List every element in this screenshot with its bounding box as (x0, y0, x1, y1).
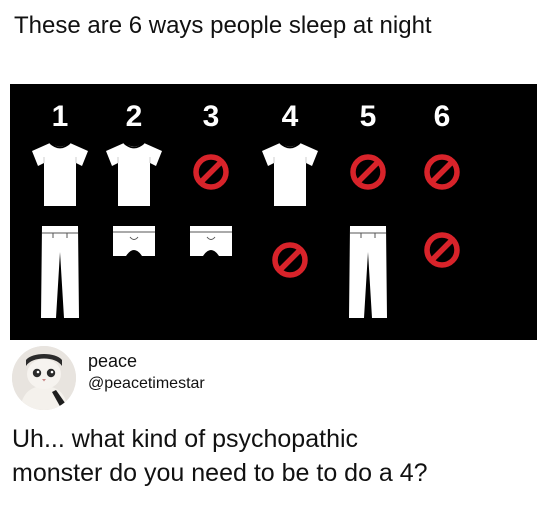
pants-icon (349, 226, 387, 318)
column-number: 1 (51, 100, 69, 133)
column-number: 4 (281, 100, 299, 133)
no-symbol-icon (424, 154, 460, 190)
post-author: peace @peacetimestar (12, 344, 312, 414)
no-symbol-icon (272, 242, 308, 278)
column-number: 5 (359, 100, 377, 133)
no-symbol-icon (350, 154, 386, 190)
t-shirt-icon (106, 142, 162, 206)
post-title: These are 6 ways people sleep at night (14, 12, 432, 39)
underwear-icon (190, 226, 232, 256)
post-text-line: monster do you need to be to do a 4? (12, 459, 428, 487)
column-number: 2 (125, 100, 143, 133)
t-shirt-icon (32, 142, 88, 206)
no-symbol-icon (193, 154, 229, 190)
column-number: 3 (202, 100, 220, 133)
underwear-icon (113, 226, 155, 256)
cat-avatar-icon (12, 346, 76, 410)
meme-image: 1 2 3 4 5 6 (10, 84, 537, 340)
column-number: 6 (433, 100, 451, 133)
avatar[interactable] (12, 346, 76, 410)
pants-icon (41, 226, 79, 318)
author-handle[interactable]: @peacetimestar (88, 374, 205, 394)
post-text-line: Uh... what kind of psychopathic (12, 425, 359, 453)
t-shirt-icon (262, 142, 318, 206)
post-text: Uh... what kind of psychopathic monster … (12, 422, 537, 490)
no-symbol-icon (424, 232, 460, 268)
author-name[interactable]: peace (88, 350, 137, 372)
